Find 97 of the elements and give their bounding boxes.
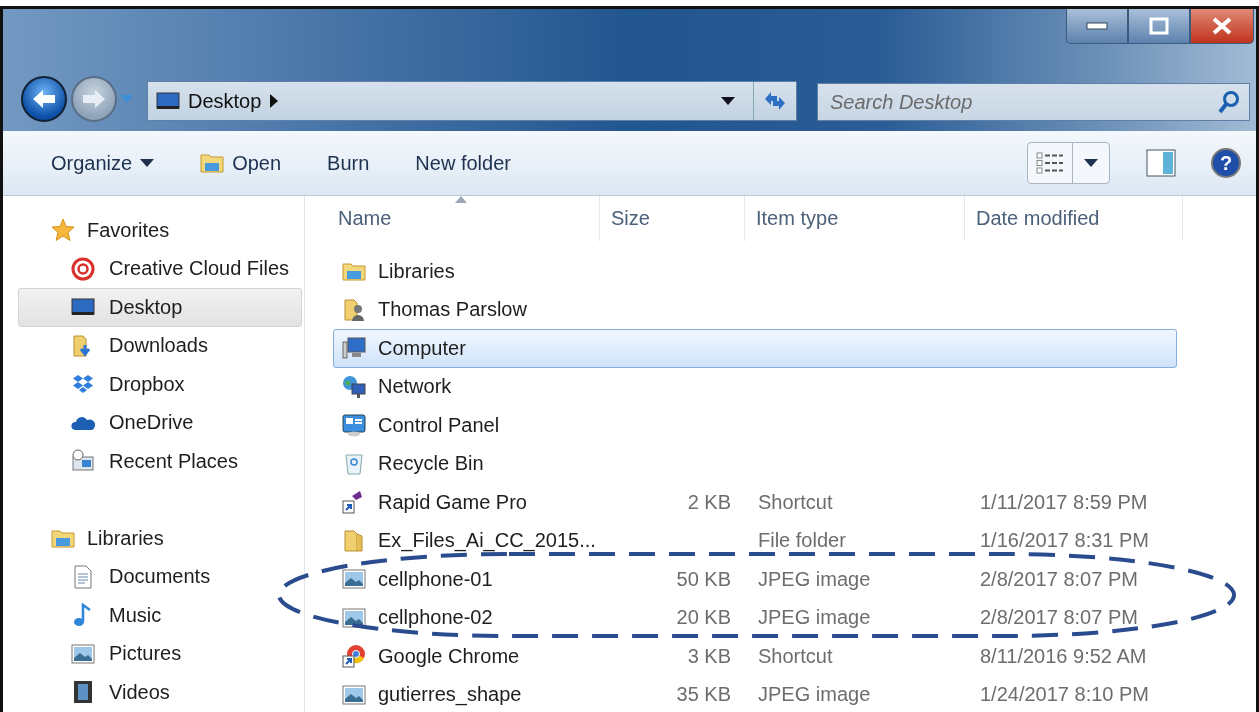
- minimize-button[interactable]: [1066, 9, 1128, 44]
- file-row[interactable]: Computer: [333, 329, 1177, 368]
- caret-icon: [140, 159, 155, 167]
- file-row[interactable]: Network: [333, 367, 1177, 406]
- network-icon: [342, 374, 366, 399]
- dropdown-arrow-icon[interactable]: [721, 97, 735, 105]
- file-row[interactable]: Recycle Bin: [333, 444, 1177, 483]
- details-view-icon: [1036, 152, 1064, 174]
- file-name: Control Panel: [378, 413, 500, 437]
- star-icon: [51, 218, 75, 243]
- date-modified: 8/11/2016 9:52 AM: [979, 644, 1148, 668]
- sidebar-item[interactable]: Dropbox: [18, 365, 302, 404]
- file-name: cellphone-01: [378, 567, 493, 591]
- file-row[interactable]: Thomas Parslow: [333, 290, 1177, 329]
- file-name: Thomas Parslow: [378, 298, 527, 322]
- picture-icon: [342, 605, 366, 630]
- file-size: 20 KB: [675, 606, 732, 630]
- search-field[interactable]: Search Desktop: [817, 83, 1250, 121]
- forward-button[interactable]: [71, 76, 117, 122]
- maximize-icon: [1149, 17, 1169, 35]
- back-arrow-icon: [31, 88, 57, 110]
- file-row[interactable]: Libraries: [333, 252, 1177, 291]
- toolbar-button[interactable]: Open: [186, 145, 296, 181]
- file-size: 2 KB: [686, 490, 732, 514]
- file-name: Recycle Bin: [378, 452, 484, 476]
- column-header[interactable]: Size: [600, 196, 745, 241]
- document-icon: [71, 564, 95, 589]
- help-icon[interactable]: ?: [1210, 147, 1242, 179]
- item-type: JPEG image: [757, 606, 872, 630]
- sidebar-item[interactable]: OneDrive: [18, 403, 302, 442]
- close-button[interactable]: [1190, 9, 1254, 44]
- breadcrumb-arrow-icon[interactable]: [269, 94, 280, 108]
- sidebar-group[interactable]: Favorites: [18, 211, 170, 250]
- sidebar-item[interactable]: Videos: [18, 673, 302, 712]
- sidebar-item[interactable]: Desktop: [18, 288, 302, 327]
- file-row[interactable]: Rapid Game Pro 2 KB Shortcut 1/11/2017 8:59 PM: [333, 483, 1177, 522]
- picture-icon: [342, 567, 366, 592]
- picture-icon: [342, 682, 366, 707]
- caret-icon: [1084, 159, 1098, 167]
- date-modified: 2/8/2017 8:07 PM: [979, 567, 1139, 591]
- computer-icon: [342, 336, 366, 361]
- column-header[interactable]: Name: [305, 196, 600, 241]
- control-panel-icon: [342, 413, 366, 438]
- file-size: 3 KB: [686, 644, 732, 668]
- folder-icon: [342, 528, 366, 553]
- shortcut-icon: [342, 644, 366, 669]
- user-folder-icon: [342, 297, 366, 322]
- open-folder-icon: [200, 151, 225, 175]
- close-icon: [1211, 17, 1233, 35]
- item-type: Shortcut: [757, 644, 834, 668]
- column-header[interactable]: Item type: [745, 196, 965, 241]
- item-type: File folder: [757, 529, 847, 553]
- file-name: cellphone-02: [378, 606, 493, 630]
- toolbar-button[interactable]: New folder: [401, 145, 525, 181]
- item-type: Shortcut: [757, 490, 834, 514]
- file-size: 35 KB: [675, 683, 732, 707]
- sidebar-item[interactable]: Music: [18, 596, 302, 635]
- file-name: Computer: [378, 336, 466, 360]
- date-modified: 2/8/2017 8:07 PM: [979, 606, 1139, 630]
- item-type: JPEG image: [757, 567, 872, 591]
- forward-arrow-icon: [81, 88, 107, 110]
- date-modified: 1/11/2017 8:59 PM: [979, 490, 1149, 514]
- address-location[interactable]: Desktop: [188, 89, 262, 113]
- column-header[interactable]: Date modified: [965, 196, 1183, 241]
- file-size: 50 KB: [675, 567, 732, 591]
- sidebar-item[interactable]: Creative Cloud Files: [18, 249, 302, 288]
- sidebar-item[interactable]: Recent Places: [18, 442, 302, 481]
- file-name: Google Chrome: [378, 644, 520, 668]
- sidebar-item[interactable]: Documents: [18, 557, 302, 596]
- file-row[interactable]: cellphone-01 50 KB JPEG image 2/8/2017 8:07 PM: [333, 560, 1177, 599]
- picture-icon: [71, 641, 95, 666]
- file-row[interactable]: Google Chrome 3 KB Shortcut 8/11/2016 9:52 AM: [333, 637, 1177, 676]
- item-type: JPEG image: [757, 683, 872, 707]
- file-row[interactable]: gutierres_shape 35 KB JPEG image 1/24/2017 8:10 PM: [333, 675, 1177, 712]
- file-row[interactable]: cellphone-02 20 KB JPEG image 2/8/2017 8:07 PM: [333, 598, 1177, 637]
- sort-arrow-icon: [455, 196, 467, 203]
- file-name: Ex_Files_Ai_CC_2015...: [378, 529, 596, 553]
- sidebar-group[interactable]: Libraries: [18, 519, 164, 558]
- file-row[interactable]: Ex_Files_Ai_CC_2015... File folder 1/16/2017 8:31 PM: [333, 521, 1177, 560]
- file-name: Network: [378, 375, 452, 399]
- date-modified: 1/24/2017 8:10 PM: [979, 683, 1150, 707]
- preview-pane-icon[interactable]: [1146, 149, 1176, 177]
- date-modified: 1/16/2017 8:31 PM: [979, 529, 1150, 553]
- trash-bin-icon: [342, 451, 366, 476]
- file-name: gutierres_shape: [378, 683, 522, 707]
- sidebar-item[interactable]: Downloads: [18, 326, 302, 365]
- toolbar-button[interactable]: Organize: [37, 145, 169, 181]
- minimize-icon: [1086, 22, 1108, 30]
- search-icon: [1218, 90, 1240, 114]
- back-button[interactable]: [21, 76, 67, 122]
- toolbar-button[interactable]: Burn: [313, 145, 384, 181]
- file-name: Rapid Game Pro: [378, 490, 527, 514]
- file-row[interactable]: Control Panel: [333, 406, 1177, 445]
- file-name: Libraries: [378, 259, 455, 283]
- sidebar-item[interactable]: Pictures: [18, 634, 302, 673]
- maximize-button[interactable]: [1128, 9, 1190, 44]
- film-icon: [71, 680, 95, 705]
